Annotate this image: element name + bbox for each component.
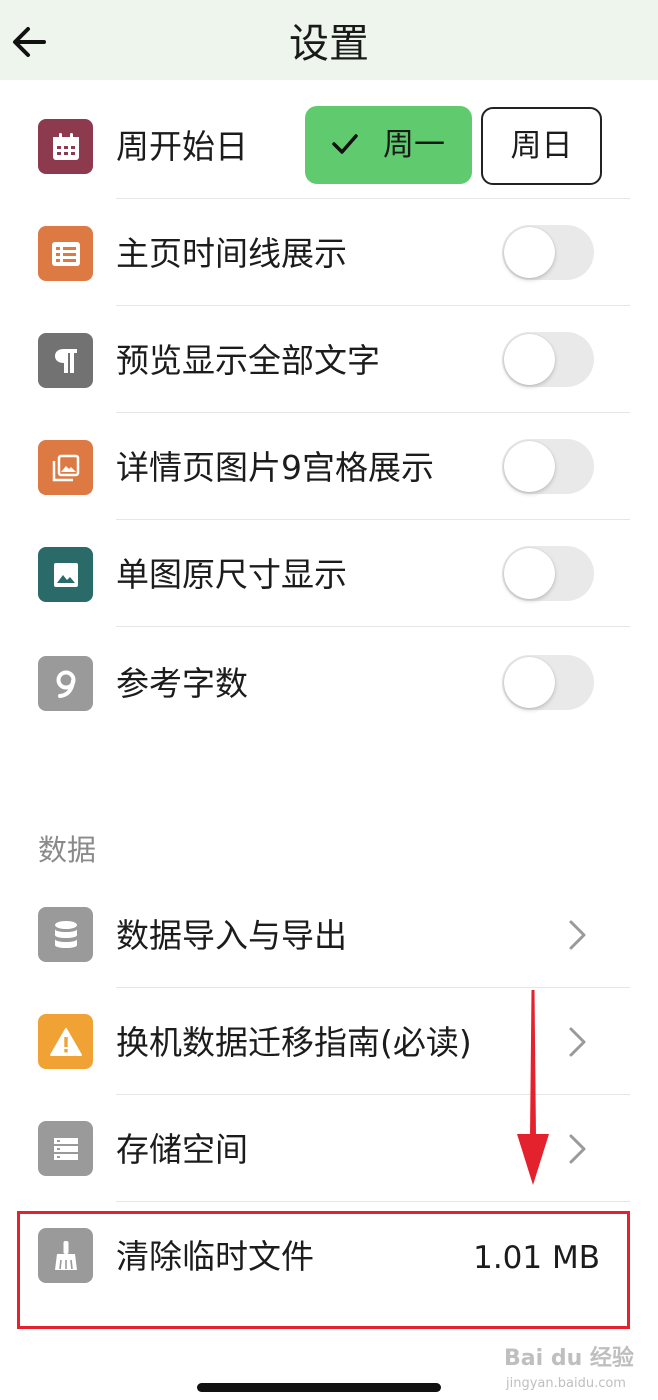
setting-row-original-size: 单图原尺寸显示 (0, 520, 658, 627)
toggle-knob (504, 548, 555, 599)
chevron-right-icon (569, 1027, 586, 1057)
data-row-storage[interactable]: 存储空间 (0, 1095, 658, 1202)
setting-row-word-count: 参考字数 (0, 627, 658, 734)
monday-label: 周一 (383, 127, 445, 163)
watermark: Bai du 经验 jingyan.baidu.com (504, 1340, 634, 1391)
toggle-knob (504, 441, 555, 492)
setting-label: 单图原尺寸显示 (116, 555, 347, 594)
toggle-knob (504, 227, 555, 278)
setting-row-grid-images: 详情页图片9宫格展示 (0, 413, 658, 520)
toggle-knob (504, 657, 555, 708)
data-item-label: 数据导入与导出 (116, 916, 347, 955)
data-item-label: 存储空间 (116, 1130, 248, 1169)
checkmark-icon (332, 134, 358, 154)
header-bar: 设置 (0, 0, 658, 80)
chevron-right-icon (569, 1134, 586, 1164)
highlight-annotation (17, 1211, 630, 1329)
toggle-knob (504, 334, 555, 385)
setting-label: 周开始日 (116, 127, 248, 166)
home-indicator[interactable] (197, 1383, 441, 1392)
gallery-icon (38, 440, 93, 495)
setting-row-preview-text: 预览显示全部文字 (0, 306, 658, 413)
chevron-right-icon (569, 920, 586, 950)
number-nine-icon (38, 656, 93, 711)
sunday-label: 周日 (510, 128, 573, 164)
data-row-migration-guide[interactable]: 换机数据迁移指南(必读) (0, 988, 658, 1095)
data-item-label: 换机数据迁移指南(必读) (116, 1023, 472, 1062)
setting-row-timeline: 主页时间线展示 (0, 199, 658, 306)
image-icon (38, 547, 93, 602)
setting-label: 主页时间线展示 (116, 234, 347, 273)
week-start-monday-button[interactable]: 周一 (305, 106, 472, 184)
week-start-sunday-button[interactable]: 周日 (481, 107, 602, 185)
watermark-subtext: jingyan.baidu.com (506, 1376, 626, 1391)
preview-text-toggle[interactable] (502, 332, 594, 387)
grid-images-toggle[interactable] (502, 439, 594, 494)
page-title: 设置 (289, 21, 369, 67)
database-icon (38, 907, 93, 962)
paragraph-icon (38, 333, 93, 388)
timeline-toggle[interactable] (502, 225, 594, 280)
word-count-toggle[interactable] (502, 655, 594, 710)
original-size-toggle[interactable] (502, 546, 594, 601)
setting-label: 预览显示全部文字 (116, 341, 380, 380)
arrow-down-annotation-icon (517, 990, 549, 1185)
calendar-icon (38, 119, 93, 174)
setting-label: 详情页图片9宫格展示 (116, 448, 434, 487)
section-title-data: 数据 (38, 833, 97, 867)
data-row-import-export[interactable]: 数据导入与导出 (0, 881, 658, 988)
list-icon (38, 226, 93, 281)
storage-icon (38, 1121, 93, 1176)
warning-icon (38, 1014, 93, 1069)
watermark-text: Bai du 经验 (504, 1346, 634, 1371)
setting-label: 参考字数 (116, 664, 248, 703)
